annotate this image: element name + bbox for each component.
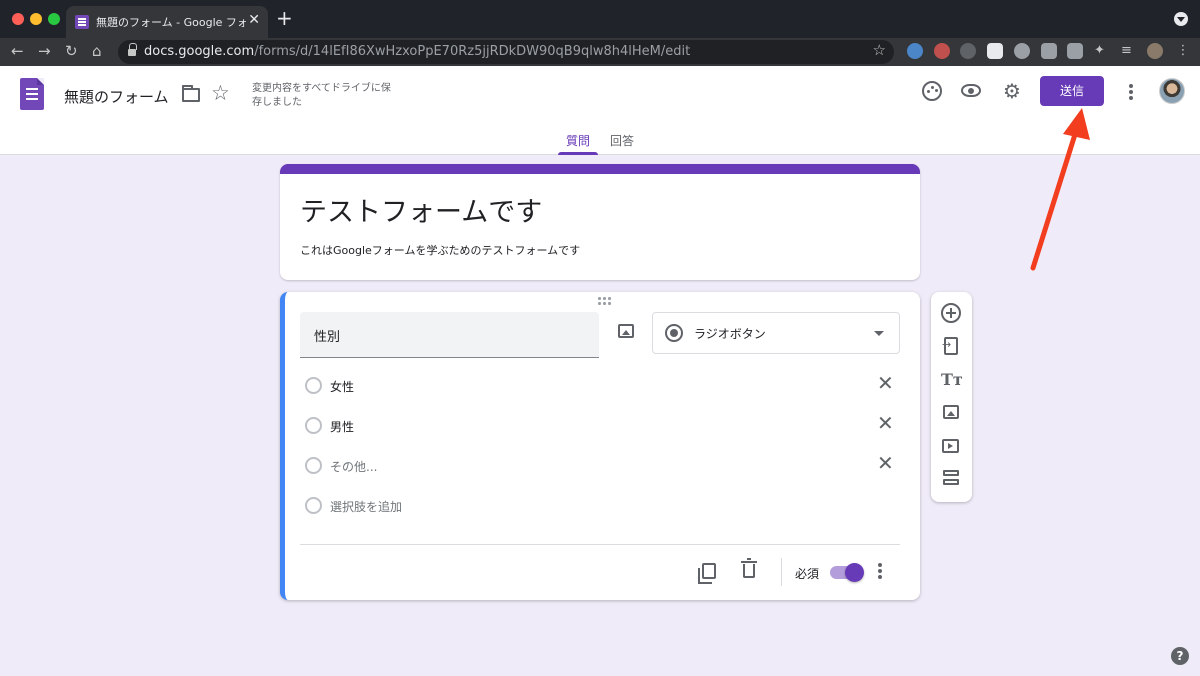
lock-icon[interactable] bbox=[128, 43, 137, 56]
help-icon[interactable]: ? bbox=[1171, 647, 1189, 665]
radio-circle-icon bbox=[305, 417, 322, 434]
profile-avatar-icon[interactable] bbox=[1147, 43, 1163, 59]
browser-menu-icon[interactable]: ⋮ bbox=[1175, 43, 1191, 59]
side-toolbar: Tт bbox=[931, 292, 972, 502]
close-window-icon[interactable] bbox=[12, 13, 24, 25]
reload-icon[interactable]: ↻ bbox=[65, 41, 78, 61]
add-option-row[interactable]: 選択肢を追加 bbox=[300, 492, 900, 522]
option-label[interactable]: 女性 bbox=[330, 378, 354, 395]
divider bbox=[300, 544, 900, 545]
question-type-dropdown[interactable]: ラジオボタン bbox=[652, 312, 900, 354]
forward-icon[interactable]: → bbox=[38, 41, 51, 61]
browser-tab-bar: 無題のフォーム - Google フォーム ✕ + bbox=[0, 0, 1200, 38]
dropdown-arrow-icon bbox=[874, 331, 884, 336]
option-row[interactable]: 男性 ✕ bbox=[300, 411, 900, 442]
tab-questions[interactable]: 質問 bbox=[560, 132, 596, 149]
form-description[interactable]: これはGoogleフォームを学ぶためのテストフォームです bbox=[300, 242, 580, 258]
add-image-icon[interactable] bbox=[943, 405, 959, 419]
radio-circle-icon bbox=[305, 497, 322, 514]
form-title[interactable]: テストフォームです bbox=[300, 190, 542, 229]
folder-icon[interactable] bbox=[182, 85, 200, 102]
browser-toolbar: ← → ↻ ⌂ docs.google.com/forms/d/14lEfI86… bbox=[0, 38, 1200, 66]
option-row[interactable]: その他... ✕ bbox=[300, 451, 900, 482]
delete-icon[interactable] bbox=[741, 558, 757, 578]
radio-circle-icon bbox=[305, 377, 322, 394]
add-image-icon[interactable] bbox=[618, 324, 634, 338]
option-label[interactable]: その他... bbox=[330, 458, 377, 475]
add-question-icon[interactable] bbox=[941, 303, 961, 323]
extension-icon[interactable] bbox=[987, 43, 1003, 59]
extension-icon[interactable] bbox=[1041, 43, 1057, 59]
url-text[interactable]: docs.google.com/forms/d/14lEfI86XwHzxoPp… bbox=[144, 44, 690, 59]
palette-icon[interactable] bbox=[922, 81, 942, 101]
tab-responses[interactable]: 回答 bbox=[610, 132, 634, 149]
address-bar[interactable]: docs.google.com/forms/d/14lEfI86XwHzxoPp… bbox=[118, 40, 894, 64]
remove-option-icon[interactable]: ✕ bbox=[877, 371, 894, 395]
preview-eye-icon[interactable] bbox=[961, 84, 981, 97]
remove-option-icon[interactable]: ✕ bbox=[877, 451, 894, 475]
tab-search-icon[interactable] bbox=[1174, 12, 1188, 26]
tab-title: 無題のフォーム - Google フォーム bbox=[96, 16, 246, 29]
extension-icon[interactable] bbox=[907, 43, 923, 59]
question-title-input[interactable]: 性別 bbox=[300, 312, 599, 358]
extension-gear-icon[interactable] bbox=[960, 43, 976, 59]
add-video-icon[interactable] bbox=[942, 439, 959, 453]
remove-option-icon[interactable]: ✕ bbox=[877, 411, 894, 435]
radio-circle-icon bbox=[305, 457, 322, 474]
forms-header: 無題のフォーム ☆ 変更内容をすべてドライブに保存しました ⚙ 送信 質問 回答 bbox=[0, 66, 1200, 155]
form-title-card[interactable]: テストフォームです これはGoogleフォームを学ぶためのテストフォームです bbox=[280, 164, 920, 280]
add-title-icon[interactable]: Tт bbox=[941, 370, 963, 390]
add-option-label[interactable]: 選択肢を追加 bbox=[330, 498, 402, 515]
send-button[interactable]: 送信 bbox=[1040, 76, 1104, 106]
add-section-icon[interactable] bbox=[943, 470, 959, 486]
extension-icon[interactable] bbox=[1067, 43, 1083, 59]
bookmark-star-icon[interactable]: ☆ bbox=[873, 41, 886, 59]
extension-icon[interactable] bbox=[1014, 43, 1030, 59]
home-icon[interactable]: ⌂ bbox=[92, 41, 102, 61]
account-avatar[interactable] bbox=[1159, 78, 1185, 104]
question-card[interactable]: 性別 ラジオボタン 女性 ✕ 男性 ✕ その他... ✕ 選択肢を追加 必須 bbox=[280, 292, 920, 600]
save-status: 変更内容をすべてドライブに保存しました bbox=[252, 83, 391, 108]
minimize-window-icon[interactable] bbox=[30, 13, 42, 25]
option-row[interactable]: 女性 ✕ bbox=[300, 371, 900, 402]
option-label[interactable]: 男性 bbox=[330, 418, 354, 435]
question-title-text: 性別 bbox=[314, 330, 341, 345]
required-toggle[interactable] bbox=[830, 563, 864, 582]
forms-logo-icon[interactable] bbox=[20, 78, 44, 110]
maximize-window-icon[interactable] bbox=[48, 13, 60, 25]
duplicate-icon[interactable] bbox=[698, 563, 716, 584]
forms-favicon-icon bbox=[75, 15, 89, 29]
more-options-icon[interactable] bbox=[1124, 84, 1138, 100]
divider bbox=[781, 558, 782, 586]
form-document-title[interactable]: 無題のフォーム bbox=[64, 86, 169, 107]
extensions-puzzle-icon[interactable]: ✦ bbox=[1094, 43, 1110, 59]
browser-tab[interactable]: 無題のフォーム - Google フォーム ✕ bbox=[66, 6, 268, 38]
back-icon[interactable]: ← bbox=[11, 41, 24, 61]
settings-gear-icon[interactable]: ⚙ bbox=[1002, 81, 1022, 101]
star-icon[interactable]: ☆ bbox=[211, 81, 230, 105]
required-label: 必須 bbox=[795, 567, 820, 581]
active-tab-indicator bbox=[558, 152, 598, 155]
question-type-label: ラジオボタン bbox=[694, 327, 766, 341]
radio-button-icon bbox=[665, 324, 683, 342]
new-tab-icon[interactable]: + bbox=[276, 8, 293, 28]
drag-handle-icon[interactable] bbox=[598, 297, 612, 305]
import-questions-icon[interactable] bbox=[942, 337, 958, 355]
extension-icon[interactable] bbox=[934, 43, 950, 59]
tab-close-icon[interactable]: ✕ bbox=[248, 12, 260, 28]
question-more-icon[interactable] bbox=[873, 563, 887, 579]
reading-list-icon[interactable]: ≡ bbox=[1121, 43, 1137, 59]
